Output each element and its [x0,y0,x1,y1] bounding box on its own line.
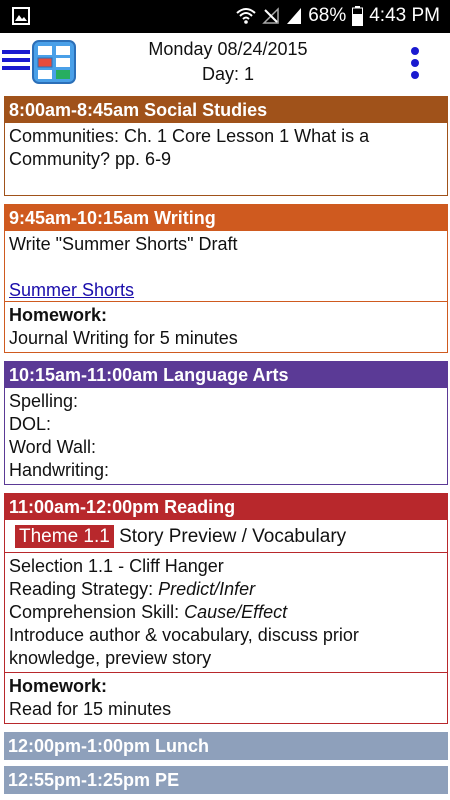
reading-strategy: Reading Strategy: Predict/Infer [9,578,443,601]
homework-text: Read for 15 minutes [9,699,172,719]
homework-label: Homework: [9,676,108,696]
handwriting-label: Handwriting: [9,460,110,480]
homework-section: Homework: Read for 15 minutes [5,672,447,723]
strategy-label: Reading Strategy: [9,579,159,599]
no-signal-icon [262,7,279,24]
homework-text: Journal Writing for 5 minutes [9,328,238,348]
schedule-block-lunch[interactable]: 12:00pm-1:00pm Lunch [4,732,448,760]
battery-icon [352,6,364,26]
more-vert-icon[interactable] [403,45,427,81]
day-label: Day: 1 [201,64,255,84]
block-body: Selection 1.1 - Cliff Hanger Reading Str… [5,553,447,672]
word-wall-label: Word Wall: [9,437,97,457]
intro-text: Introduce author & vocabulary, discuss p… [9,625,359,668]
block-body: Write "Summer Shorts" Draft Summer Short… [5,231,447,301]
lesson-text: Communities: Ch. 1 Core Lesson 1 What is… [9,126,370,169]
schedule-block-social-studies[interactable]: 8:00am-8:45am Social Studies Communities… [4,96,448,196]
picture-icon [12,7,30,25]
planner-app-icon[interactable] [32,40,76,84]
lesson-text: Write "Summer Shorts" Draft [9,234,238,254]
block-header: 9:45am-10:15am Writing [5,205,447,231]
selection-text: Selection 1.1 - Cliff Hanger [9,556,224,576]
clock: 4:43 PM [369,5,440,26]
block-header: 10:15am-11:00am Language Arts [5,362,447,388]
dol-label: DOL: [9,414,52,434]
wifi-icon [236,8,256,24]
comprehension-skill: Comprehension Skill: Cause/Effect [9,601,443,624]
schedule-block-writing[interactable]: 9:45am-10:15am Writing Write "Summer Sho… [4,204,448,353]
schedule-block-language-arts[interactable]: 10:15am-11:00am Language Arts Spelling: … [4,361,448,485]
schedule-list: 8:00am-8:45am Social Studies Communities… [4,96,448,800]
schedule-block-reading[interactable]: 11:00am-12:00pm Reading Theme 1.1 Story … [4,493,448,724]
skill-label: Comprehension Skill: [9,602,185,622]
block-body: Spelling: DOL: Word Wall: Handwriting: [5,388,447,484]
block-header: 8:00am-8:45am Social Studies [5,97,447,123]
summer-shorts-link[interactable]: Summer Shorts [9,279,443,302]
theme-text: Story Preview / Vocabulary [119,526,347,547]
signal-icon [287,8,302,24]
date-title: Monday 08/24/2015 [148,39,308,59]
status-bar: 68% 4:43 PM [0,0,450,33]
battery-percent: 68% [308,5,347,26]
block-header: 11:00am-12:00pm Reading [5,494,447,520]
schedule-block-pe[interactable]: 12:55pm-1:25pm PE [4,766,448,794]
theme-row: Theme 1.1 Story Preview / Vocabulary [5,520,447,553]
spelling-label: Spelling: [9,391,79,411]
homework-section: Homework: Journal Writing for 5 minutes [5,301,447,352]
homework-label: Homework: [9,305,108,325]
app-bar: Monday 08/24/2015 Day: 1 [0,33,450,91]
theme-badge: Theme 1.1 [15,525,114,548]
hamburger-menu-icon[interactable] [2,48,30,72]
skill-value: Cause/Effect [184,602,288,622]
strategy-value: Predict/Infer [158,579,256,599]
block-body: Communities: Ch. 1 Core Lesson 1 What is… [5,123,447,195]
